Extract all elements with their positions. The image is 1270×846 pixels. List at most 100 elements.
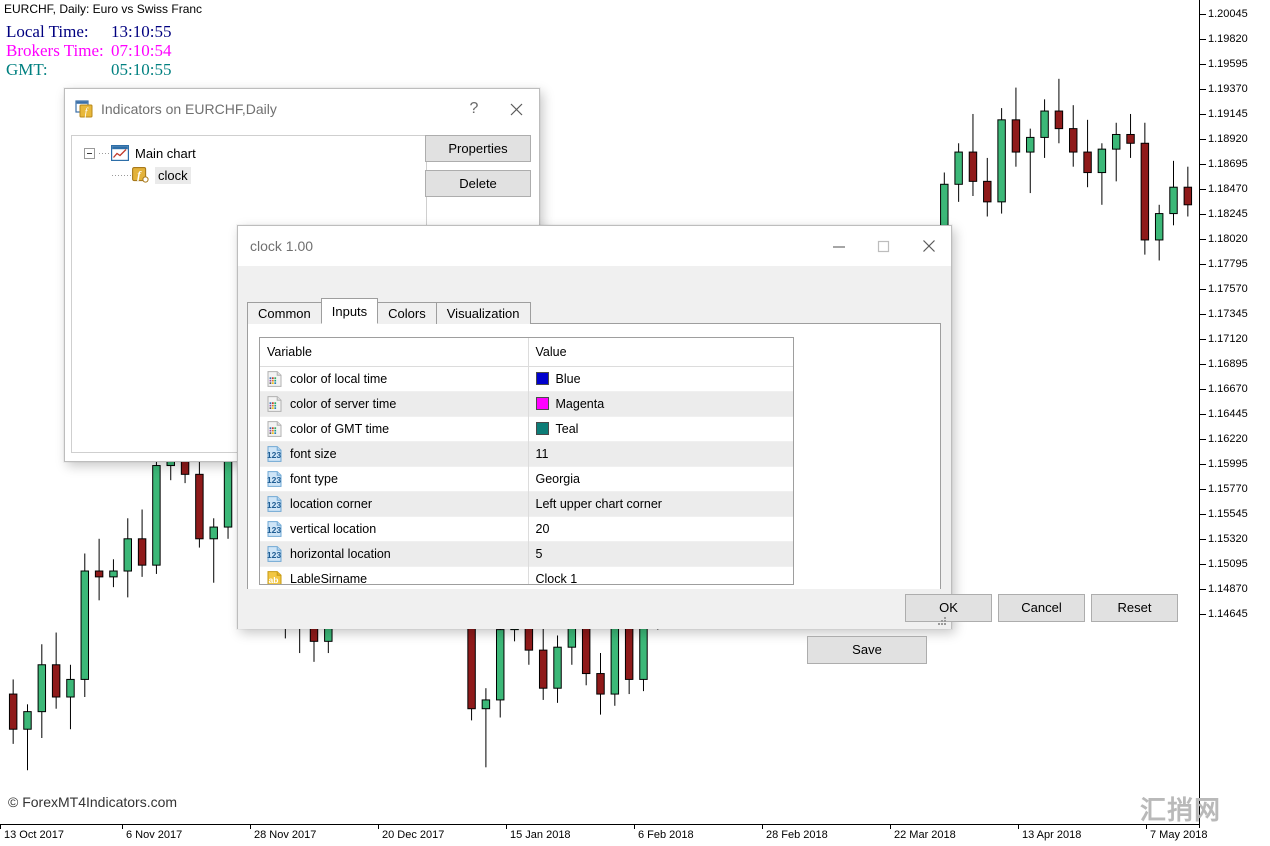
- column-header-variable: Variable: [260, 338, 528, 366]
- price-tick-label: 1.18245: [1208, 208, 1248, 220]
- parameter-value-label: Georgia: [536, 472, 580, 486]
- reset-button[interactable]: Reset: [1091, 594, 1178, 622]
- price-tick-label: 1.15095: [1208, 558, 1248, 570]
- table-row[interactable]: 123vertical location20: [260, 516, 793, 541]
- tab-common[interactable]: Common: [247, 302, 322, 324]
- price-tick-label: 1.19820: [1208, 33, 1248, 45]
- chart-symbol-title: EURCHF, Daily: Euro vs Swiss Franc: [4, 2, 202, 16]
- tree-item-main-chart[interactable]: Main chart: [72, 142, 426, 164]
- parameter-value-cell[interactable]: Teal: [528, 416, 793, 441]
- table-row[interactable]: color of GMT timeTeal: [260, 416, 793, 441]
- date-tick-label: 7 May 2018: [1150, 829, 1207, 841]
- color-swatch: [536, 397, 549, 410]
- indicators-dialog-title: Indicators on EURCHF,Daily: [101, 101, 277, 117]
- minimize-icon[interactable]: [816, 226, 861, 266]
- clock-gmt-value: 05:10:55: [111, 60, 171, 79]
- maximize-icon[interactable]: [861, 226, 906, 266]
- number-param-icon: 123: [267, 546, 282, 562]
- indicators-close-icon[interactable]: [494, 89, 539, 129]
- table-row[interactable]: 123font size11: [260, 441, 793, 466]
- resize-grip[interactable]: [936, 614, 948, 626]
- date-tick: [250, 825, 251, 829]
- parameter-name-label: LableSirname: [290, 572, 367, 586]
- price-tick: [1199, 139, 1206, 140]
- table-row[interactable]: 123location cornerLeft upper chart corne…: [260, 491, 793, 516]
- price-tick: [1199, 239, 1206, 240]
- parameter-value-cell[interactable]: Blue: [528, 366, 793, 391]
- price-axis[interactable]: 1.200451.198201.195951.193701.191451.189…: [1199, 0, 1270, 828]
- delete-button[interactable]: Delete: [425, 170, 531, 197]
- parameter-value-cell[interactable]: 20: [528, 516, 793, 541]
- parameter-name-cell: 123font type: [260, 466, 528, 491]
- clock-close-icon[interactable]: [906, 226, 951, 266]
- clock-local-label: Local Time:: [6, 22, 89, 41]
- tab-inputs[interactable]: Inputs: [321, 298, 378, 324]
- parameter-value-cell[interactable]: Clock 1: [528, 566, 793, 585]
- svg-text:123: 123: [267, 450, 281, 460]
- price-tick: [1199, 89, 1206, 90]
- price-tick-label: 1.19595: [1208, 58, 1248, 70]
- parameter-value-cell[interactable]: Magenta: [528, 391, 793, 416]
- price-tick: [1199, 514, 1206, 515]
- parameters-grid[interactable]: Variable Value color of local timeBlueco…: [259, 337, 794, 585]
- properties-button[interactable]: Properties: [425, 135, 531, 162]
- clock-server-value: 07:10:54: [111, 41, 171, 60]
- date-tick-label: 15 Jan 2018: [510, 829, 571, 841]
- clock-dialog-titlebar[interactable]: clock 1.00: [238, 226, 951, 266]
- time-axis[interactable]: 13 Oct 20176 Nov 201728 Nov 201720 Dec 2…: [0, 824, 1199, 846]
- parameter-value-label: Magenta: [556, 397, 605, 411]
- parameter-name-label: color of local time: [290, 372, 387, 386]
- price-tick-label: 1.16670: [1208, 383, 1248, 395]
- date-tick: [1018, 825, 1019, 829]
- copyright-label: © ForexMT4Indicators.com: [8, 794, 177, 810]
- price-tick: [1199, 389, 1206, 390]
- clock-server-label: Brokers Time:: [6, 41, 104, 60]
- price-tick-label: 1.17795: [1208, 258, 1248, 270]
- tab-visualization[interactable]: Visualization: [436, 302, 531, 324]
- price-tick-label: 1.17570: [1208, 283, 1248, 295]
- parameter-name-label: color of server time: [290, 397, 396, 411]
- table-row[interactable]: 123horizontal location5: [260, 541, 793, 566]
- price-tick: [1199, 314, 1206, 315]
- parameter-value-label: 20: [536, 522, 550, 536]
- price-tick: [1199, 614, 1206, 615]
- help-button[interactable]: ?: [454, 89, 494, 129]
- parameter-value-cell[interactable]: 5: [528, 541, 793, 566]
- table-row[interactable]: color of server time Magenta: [260, 391, 793, 416]
- parameter-value-cell[interactable]: Georgia: [528, 466, 793, 491]
- svg-text:ab: ab: [269, 575, 279, 585]
- table-row[interactable]: 123font type Georgia: [260, 466, 793, 491]
- price-tick-label: 1.20045: [1208, 8, 1248, 20]
- clock-properties-dialog[interactable]: clock 1.00 Common Inputs: [237, 225, 952, 629]
- indicators-dialog-titlebar[interactable]: f Indicators on EURCHF,Daily ?: [65, 89, 539, 129]
- parameter-name-label: vertical location: [290, 522, 376, 536]
- tree-item-clock[interactable]: f clock: [72, 164, 426, 186]
- number-param-icon: 123: [267, 446, 282, 462]
- date-tick: [506, 825, 507, 829]
- date-tick-label: 13 Apr 2018: [1022, 829, 1081, 841]
- date-tick-label: 22 Mar 2018: [894, 829, 956, 841]
- parameter-value-label: Teal: [556, 422, 579, 436]
- clock-dialog-title: clock 1.00: [250, 238, 313, 254]
- tab-colors[interactable]: Colors: [377, 302, 437, 324]
- table-header-row: Variable Value: [260, 338, 793, 366]
- parameter-value-cell[interactable]: Left upper chart corner: [528, 491, 793, 516]
- parameter-value-label: Blue: [556, 372, 581, 386]
- table-row[interactable]: color of local time Blue: [260, 366, 793, 391]
- price-tick: [1199, 464, 1206, 465]
- price-tick: [1199, 14, 1206, 15]
- price-tick-label: 1.16220: [1208, 433, 1248, 445]
- price-tick-label: 1.18020: [1208, 233, 1248, 245]
- date-tick: [634, 825, 635, 829]
- ok-button[interactable]: OK: [905, 594, 992, 622]
- tabstrip[interactable]: Common Inputs Colors Visualization: [247, 300, 530, 324]
- parameter-value-cell[interactable]: 11: [528, 441, 793, 466]
- clock-dialog-footer: OK Cancel Reset: [238, 589, 951, 629]
- cancel-button[interactable]: Cancel: [998, 594, 1085, 622]
- price-tick-label: 1.17120: [1208, 333, 1248, 345]
- collapse-icon[interactable]: [84, 148, 95, 159]
- save-button[interactable]: Save: [807, 636, 927, 664]
- table-row[interactable]: ab LableSirname Clock 1: [260, 566, 793, 585]
- svg-text:123: 123: [267, 475, 281, 485]
- number-param-icon: 123: [267, 471, 282, 487]
